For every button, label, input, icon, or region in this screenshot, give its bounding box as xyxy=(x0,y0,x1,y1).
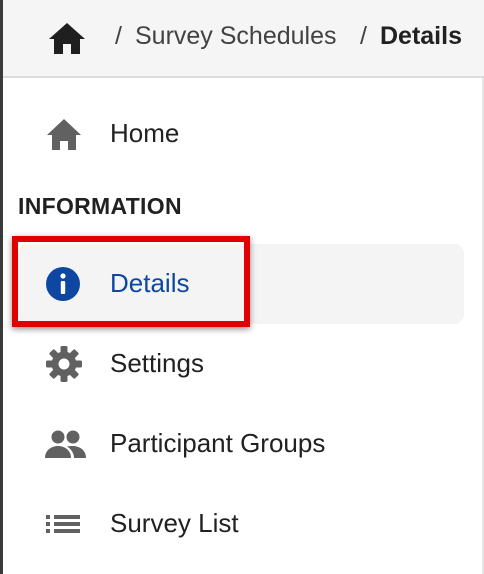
sidebar-item-label: Participant Groups xyxy=(110,428,326,458)
info-icon xyxy=(44,266,84,302)
home-icon xyxy=(44,116,84,152)
breadcrumb-separator: / xyxy=(360,22,367,50)
breadcrumb-details-current: Details xyxy=(380,22,462,50)
sidebar-item-label: Survey List xyxy=(110,508,239,538)
window-left-edge xyxy=(0,0,3,574)
people-icon xyxy=(44,426,86,462)
sidebar-item-details[interactable]: Details xyxy=(18,244,464,324)
sidebar-item-settings[interactable]: Settings xyxy=(18,324,464,404)
breadcrumb-survey-schedules[interactable]: Survey Schedules xyxy=(135,22,337,51)
sidebar-item-label: Home xyxy=(110,118,180,148)
sidebar-item-participant-groups[interactable]: Participant Groups xyxy=(18,404,464,484)
breadcrumb: / Survey Schedules / Details xyxy=(3,0,484,78)
sidebar-item-label: Details xyxy=(110,268,190,298)
sidebar-item-label: Settings xyxy=(110,348,204,378)
sidebar-item-survey-list[interactable]: Survey List xyxy=(18,484,464,564)
breadcrumb-separator: / xyxy=(115,22,122,50)
sidebar-item-home[interactable]: Home xyxy=(18,94,464,174)
gear-icon xyxy=(44,346,84,382)
list-icon xyxy=(44,506,84,542)
section-heading-information: INFORMATION xyxy=(18,193,182,219)
breadcrumb-home-icon[interactable] xyxy=(47,21,87,55)
